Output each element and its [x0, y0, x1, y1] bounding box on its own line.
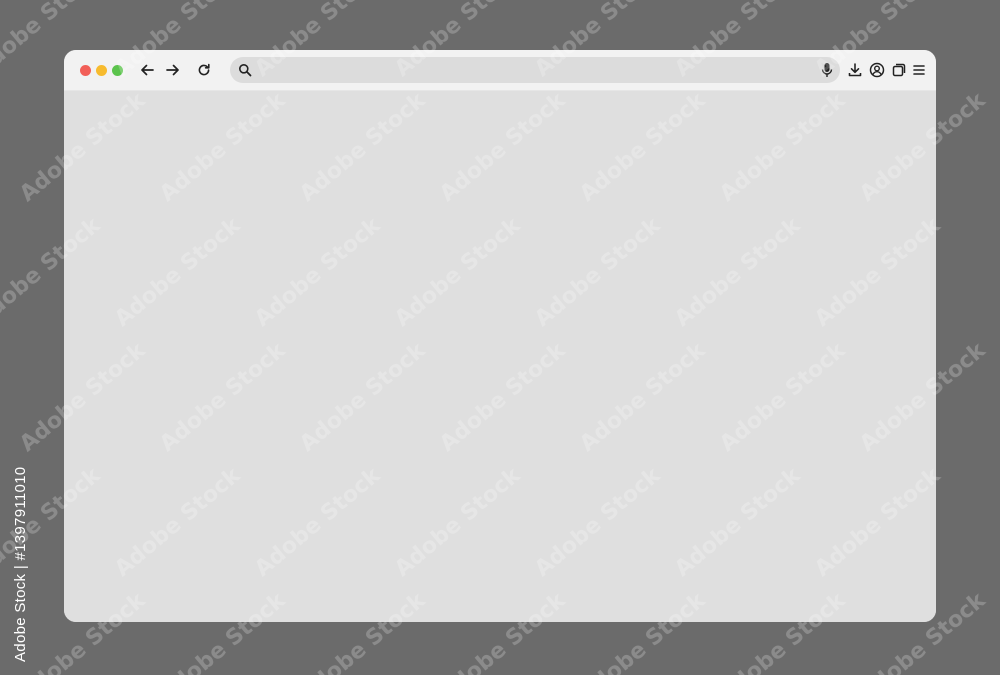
reload-icon[interactable] — [195, 61, 213, 79]
browser-window — [64, 50, 936, 622]
menu-icon[interactable] — [910, 61, 928, 79]
tabs-icon[interactable] — [890, 61, 908, 79]
download-icon[interactable] — [846, 61, 864, 79]
search-icon — [236, 61, 254, 79]
stock-credit: Adobe Stock | #1397911010 — [12, 466, 29, 662]
microphone-icon[interactable] — [818, 61, 836, 79]
forward-arrow-icon[interactable] — [164, 61, 182, 79]
stage: Adobe StockAdobe StockAdobe StockAdobe S… — [0, 0, 1000, 675]
profile-icon[interactable] — [868, 61, 886, 79]
address-bar[interactable] — [230, 57, 840, 83]
back-arrow-icon[interactable] — [138, 61, 156, 79]
page-content-area[interactable] — [64, 91, 936, 622]
minimize-window-button[interactable] — [96, 65, 107, 76]
close-window-button[interactable] — [80, 65, 91, 76]
browser-toolbar — [64, 50, 936, 90]
maximize-window-button[interactable] — [112, 65, 123, 76]
